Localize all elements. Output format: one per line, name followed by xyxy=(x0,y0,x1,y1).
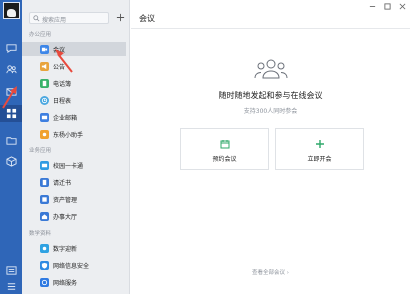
chat-icon[interactable] xyxy=(5,42,18,55)
section-title: 办公应用 xyxy=(29,32,52,38)
main-content: 会议 随时随地发起和参与在线会议 支持300人同时参会 预约会议 立即开会 查看… xyxy=(131,0,410,294)
calendar-clock-icon xyxy=(40,96,49,105)
app-item-letter[interactable]: 请迁书 xyxy=(22,175,126,189)
settings-icon[interactable] xyxy=(5,280,18,293)
app-item-label: 会议 xyxy=(53,47,66,54)
card-icon xyxy=(40,161,49,170)
section-title: 业务应用 xyxy=(29,148,52,154)
meeting-people-icon xyxy=(254,59,288,79)
document-icon xyxy=(40,178,49,187)
contacts-book-icon xyxy=(40,79,49,88)
app-item-meeting[interactable]: 会议 xyxy=(22,42,126,56)
header-divider xyxy=(131,28,410,29)
app-item-assets[interactable]: 资产管理 xyxy=(22,192,126,206)
app-item-label: 办事大厅 xyxy=(53,214,78,221)
search-box[interactable]: 搜索应用 xyxy=(29,12,109,24)
minimize-icon xyxy=(369,6,376,7)
schedule-icon xyxy=(220,140,230,149)
left-rail xyxy=(0,0,22,294)
schedule-meeting-button[interactable]: 预约会议 xyxy=(180,128,269,170)
megaphone-icon xyxy=(40,62,49,71)
app-item-network[interactable]: 网络服务 xyxy=(22,275,126,289)
app-item-label: 电话簿 xyxy=(53,81,72,88)
app-item-label: 网络信息安全 xyxy=(53,263,90,270)
search-icon xyxy=(33,15,40,22)
app-item-label: 企业邮箱 xyxy=(53,115,78,122)
video-camera-icon xyxy=(40,45,49,54)
start-meeting-icon xyxy=(316,140,324,148)
app-item-campus-card[interactable]: 校园一卡通 xyxy=(22,158,126,172)
app-item-label: 东杨小助手 xyxy=(53,132,84,139)
app-item-label: 网络服务 xyxy=(53,280,78,287)
app-item-label: 校园一卡通 xyxy=(53,163,84,170)
app-item-security[interactable]: 网络信息安全 xyxy=(22,258,126,272)
menu-icon[interactable] xyxy=(5,264,18,277)
shield-icon xyxy=(40,261,49,270)
app-item-label: 请迁书 xyxy=(53,180,72,187)
app-item-assistant[interactable]: 东杨小助手 xyxy=(22,127,126,141)
close-icon xyxy=(399,3,406,10)
app-item-label: 资产管理 xyxy=(53,197,78,204)
mail-icon[interactable] xyxy=(5,85,18,98)
app-item-phonebook[interactable]: 电话簿 xyxy=(22,76,126,90)
welcome-icon xyxy=(40,244,49,253)
app-item-announcement[interactable]: 公告 xyxy=(22,59,126,73)
app-item-label: 公告 xyxy=(53,64,66,71)
contacts-icon[interactable] xyxy=(5,63,18,76)
add-button[interactable] xyxy=(114,10,126,24)
hall-icon xyxy=(40,212,49,221)
search-placeholder: 搜索应用 xyxy=(42,17,67,24)
maximize-button[interactable] xyxy=(383,2,392,11)
start-meeting-button[interactable]: 立即开会 xyxy=(275,128,364,170)
apps-panel: 搜索应用 办公应用 会议 公告 电话簿 日程表 企业邮箱 东杨小助手 业务应用 … xyxy=(22,0,151,294)
cube-icon[interactable] xyxy=(5,155,18,168)
plus-icon xyxy=(116,13,124,21)
app-item-label: 日程表 xyxy=(53,98,72,105)
avatar[interactable] xyxy=(3,2,20,19)
app-item-welcome[interactable]: 数字迎新 xyxy=(22,241,126,255)
app-item-schedule[interactable]: 日程表 xyxy=(22,93,126,107)
minimize-button[interactable] xyxy=(368,2,377,11)
maximize-icon xyxy=(384,3,391,10)
apps-grid-icon[interactable] xyxy=(5,107,18,120)
view-all-meetings-link[interactable]: 查看全部会议 › xyxy=(131,268,410,276)
card-label: 立即开会 xyxy=(307,156,332,163)
subline: 支持300人同时参会 xyxy=(243,108,298,115)
headline: 随时随地发起和参与在线会议 xyxy=(218,91,323,100)
page-title: 会议 xyxy=(139,14,155,23)
close-button[interactable] xyxy=(398,2,407,11)
folder-icon[interactable] xyxy=(5,134,18,147)
mail-icon xyxy=(40,113,49,122)
network-icon xyxy=(40,278,49,287)
app-item-mail[interactable]: 企业邮箱 xyxy=(22,110,126,124)
app-item-label: 数字迎新 xyxy=(53,246,78,253)
app-item-service-hall[interactable]: 办事大厅 xyxy=(22,209,126,223)
asset-icon xyxy=(40,195,49,204)
assistant-icon xyxy=(40,130,49,139)
window-controls xyxy=(368,2,407,11)
section-title: 数学资料 xyxy=(29,231,52,237)
card-label: 预约会议 xyxy=(212,156,237,163)
